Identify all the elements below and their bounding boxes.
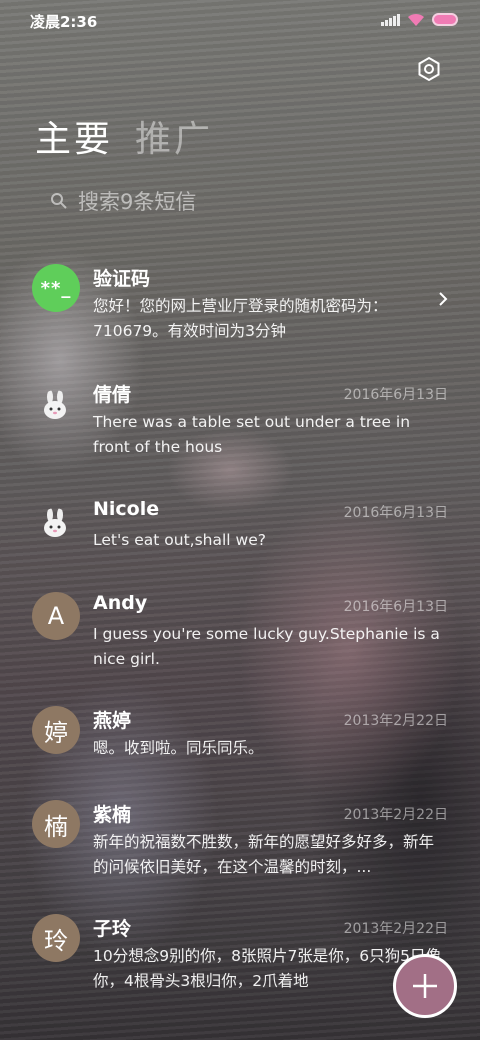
message-date: 2016年6月13日	[343, 505, 448, 521]
message-preview: 新年的祝福数不胜数，新年的愿望好多好多，新年的问候依旧美好，在这个温馨的时刻，.…	[93, 833, 435, 876]
contact-name: 紫楠	[93, 804, 132, 826]
message-preview: 10分想念9别的你，8张照片7张是你，6只狗5只像你，4根骨头3根归你，2爪着地	[93, 947, 442, 990]
wifi-icon	[408, 13, 424, 26]
contact-name: 验证码	[93, 268, 151, 290]
avatar: 楠	[32, 800, 80, 848]
gear-icon[interactable]	[416, 56, 442, 82]
message-date: 2016年6月13日	[343, 387, 448, 403]
message-preview: 您好！您的网上营业厅登录的随机密码为：710679。有效时间为3分钟	[93, 297, 388, 340]
message-preview: 嗯。收到啦。同乐同乐。	[93, 739, 264, 757]
contact-name: Nicole	[93, 498, 160, 520]
avatar: A	[32, 592, 80, 640]
avatar: **_	[32, 264, 80, 312]
status-bar: 凌晨2:36	[0, 0, 480, 40]
message-date: 2013年2月22日	[343, 807, 448, 823]
contact-name: 倩倩	[93, 384, 132, 406]
bunny-icon	[44, 508, 66, 537]
message-preview: There was a table set out under a tree i…	[93, 413, 411, 456]
chevron-right-icon[interactable]	[436, 292, 450, 306]
contact-name: 子玲	[93, 918, 132, 940]
message-date: 2016年6月13日	[343, 599, 448, 615]
tab-promotions[interactable]: 推广	[135, 110, 213, 162]
status-time: 凌晨2:36	[30, 13, 98, 31]
avatar: 婷	[32, 706, 80, 754]
message-preview: Let's eat out,shall we?	[93, 531, 266, 549]
signal-icon	[381, 13, 400, 26]
plus-icon	[413, 974, 437, 998]
new-message-button[interactable]	[393, 954, 457, 1018]
contact-name: 燕婷	[93, 710, 132, 732]
avatar: 玲	[32, 914, 80, 962]
bunny-icon	[44, 390, 66, 419]
search-bar[interactable]: 搜索9条短信	[50, 186, 196, 216]
search-input[interactable]: 搜索9条短信	[78, 186, 196, 216]
message-date: 2013年2月22日	[343, 713, 448, 729]
contact-name: Andy	[93, 592, 148, 614]
tab-bar: 主要 推广	[35, 110, 213, 162]
battery-icon	[432, 13, 458, 26]
message-preview: I guess you're some lucky guy.Stephanie …	[93, 625, 440, 668]
tab-main[interactable]: 主要	[35, 110, 113, 162]
search-icon	[51, 193, 67, 209]
message-date: 2013年2月22日	[343, 921, 448, 937]
status-icons	[381, 12, 458, 27]
